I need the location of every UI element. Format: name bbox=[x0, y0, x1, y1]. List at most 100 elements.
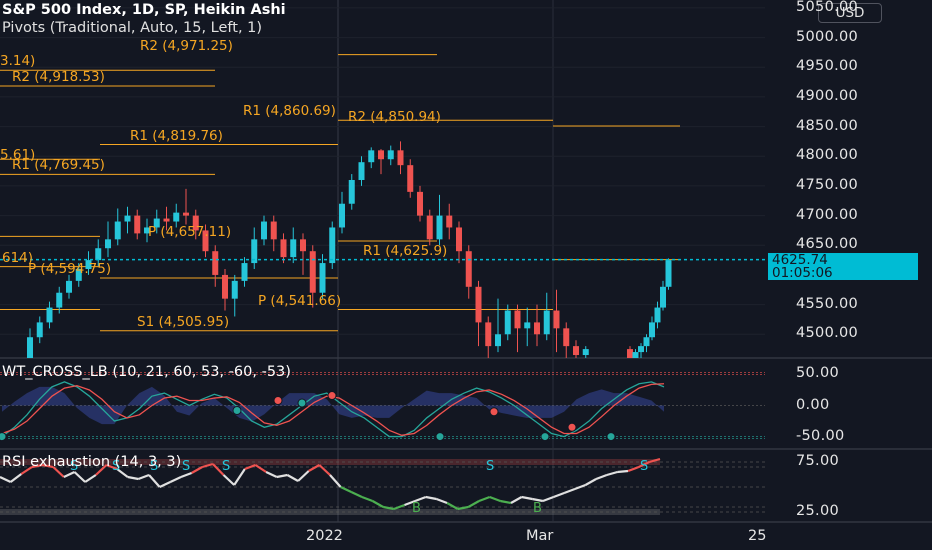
price-axis-tick: 4800.00 bbox=[796, 147, 859, 164]
candle-body bbox=[222, 274, 228, 299]
wt-cross-dot bbox=[232, 405, 242, 415]
wt-cross-dot bbox=[273, 396, 283, 406]
candle-body bbox=[456, 227, 462, 252]
wt-cross-dot bbox=[567, 422, 577, 432]
candle-body bbox=[534, 322, 540, 335]
wt-cross-dot bbox=[489, 407, 499, 417]
chart-stage[interactable]: SSSSSSBBS S&P 500 Index, 1D, SP, Heikin … bbox=[0, 0, 932, 550]
rsi-signal-marker: S bbox=[222, 459, 230, 474]
symbol-title[interactable]: S&P 500 Index, 1D, SP, Heikin Ashi bbox=[2, 2, 286, 18]
candle-body bbox=[231, 280, 238, 299]
candle-body bbox=[649, 322, 655, 338]
candle-body bbox=[163, 218, 170, 222]
candle-body bbox=[261, 221, 267, 240]
candle-body bbox=[643, 337, 650, 347]
candle-body bbox=[348, 180, 355, 204]
time-axis-label: 25 bbox=[748, 528, 767, 544]
candle-body bbox=[563, 328, 570, 347]
price-axis-tick: 5000.00 bbox=[796, 28, 859, 45]
candle-body bbox=[95, 248, 102, 261]
time-axis-label: Mar bbox=[526, 528, 554, 544]
candle-body bbox=[543, 310, 550, 335]
time-axis-label: 2022 bbox=[306, 528, 343, 544]
candle-body bbox=[514, 310, 521, 329]
wt-cross-indicator-title[interactable]: WT_CROSS_LB (10, 21, 60, 53, -60, -53) bbox=[2, 364, 291, 380]
candle-body bbox=[339, 203, 345, 228]
wt-axis-tick: -50.00 bbox=[796, 427, 845, 444]
wt-cross-dot bbox=[327, 391, 337, 401]
price-axis-tick: 4550.00 bbox=[796, 295, 859, 312]
candle-body bbox=[397, 150, 404, 166]
candle-body bbox=[504, 310, 511, 335]
candle-body bbox=[114, 221, 121, 240]
pivot-label: 3.14) bbox=[0, 53, 36, 70]
rsi-signal-marker: S bbox=[182, 459, 190, 474]
candle-body bbox=[368, 150, 375, 163]
candle-body bbox=[290, 239, 297, 258]
rsi-signal-marker: S bbox=[486, 459, 494, 474]
price-axis-tick: 5050.00 bbox=[796, 0, 859, 15]
price-axis-tick: 4950.00 bbox=[796, 58, 859, 75]
candle-body bbox=[573, 346, 579, 356]
price-axis-tick: 4650.00 bbox=[796, 236, 859, 253]
rsi-signal-marker: B bbox=[533, 501, 542, 516]
candle-body bbox=[319, 263, 326, 293]
candle-body bbox=[654, 307, 661, 323]
wt-cross-dot bbox=[540, 432, 550, 442]
wt-cross-dot bbox=[0, 432, 7, 442]
candle-body bbox=[27, 337, 33, 358]
pivot-label: P (4,594.75) bbox=[28, 261, 112, 278]
candle-body bbox=[300, 239, 306, 252]
pivot-label: R2 (4,850.94) bbox=[348, 109, 441, 126]
price-axis-tick: 4900.00 bbox=[796, 87, 859, 104]
price-axis-tick: 4750.00 bbox=[796, 176, 859, 193]
rsi-exhaustion-indicator-title[interactable]: RSI exhaustion (14, 3, 3) bbox=[2, 454, 181, 470]
candle-body bbox=[446, 215, 453, 228]
candle-body bbox=[660, 286, 666, 308]
pivots-indicator-title[interactable]: Pivots (Traditional, Auto, 15, Left, 1) bbox=[2, 20, 262, 36]
wt-cross-dot bbox=[606, 432, 616, 442]
candle-body bbox=[173, 212, 180, 222]
candle-body bbox=[280, 239, 287, 258]
candle-body bbox=[407, 165, 414, 192]
bar-countdown: 01:05:06 bbox=[772, 265, 833, 281]
wt-cross-dot bbox=[435, 432, 445, 442]
candle-body bbox=[465, 251, 472, 287]
candle-body bbox=[329, 227, 336, 264]
candle-body bbox=[665, 260, 672, 287]
candle-body bbox=[582, 349, 589, 356]
rsi-axis-tick: 75.00 bbox=[796, 453, 840, 469]
candle-body bbox=[417, 191, 423, 216]
rsi-line bbox=[617, 469, 629, 474]
candle-body bbox=[358, 162, 365, 180]
candle-body bbox=[632, 352, 639, 358]
pivot-label: R1 (4,819.76) bbox=[130, 127, 223, 144]
candle-body bbox=[475, 286, 482, 323]
candle-body bbox=[134, 215, 141, 234]
pivot-label: R2 (4,971.25) bbox=[140, 37, 233, 54]
candle-body bbox=[426, 215, 433, 240]
rsi-axis-tick: 25.00 bbox=[796, 503, 840, 519]
wt-axis-tick: 0.00 bbox=[796, 396, 830, 413]
candle-body bbox=[378, 150, 384, 160]
pivot-label: R1 (4,769.45) bbox=[12, 157, 105, 174]
candle-body bbox=[553, 310, 560, 329]
rsi-signal-marker: B bbox=[412, 501, 421, 516]
candle-body bbox=[436, 215, 443, 240]
candle-body bbox=[105, 239, 111, 249]
candle-body bbox=[241, 263, 248, 281]
price-axis-tick: 4700.00 bbox=[796, 206, 859, 223]
candle-body bbox=[495, 334, 501, 347]
candle-body bbox=[56, 292, 63, 308]
rsi-signal-marker: S bbox=[640, 459, 648, 474]
candle-body bbox=[124, 215, 131, 222]
candle-body bbox=[524, 322, 531, 329]
candle-body bbox=[270, 221, 277, 240]
price-axis-tick: 4500.00 bbox=[796, 325, 859, 342]
candle-body bbox=[387, 150, 394, 160]
candle-body bbox=[309, 251, 316, 293]
pivot-label: R1 (4,625.9) bbox=[363, 242, 448, 259]
candle-body bbox=[183, 212, 189, 216]
wt-axis-tick: 50.00 bbox=[796, 365, 840, 382]
candle-body bbox=[485, 322, 492, 347]
